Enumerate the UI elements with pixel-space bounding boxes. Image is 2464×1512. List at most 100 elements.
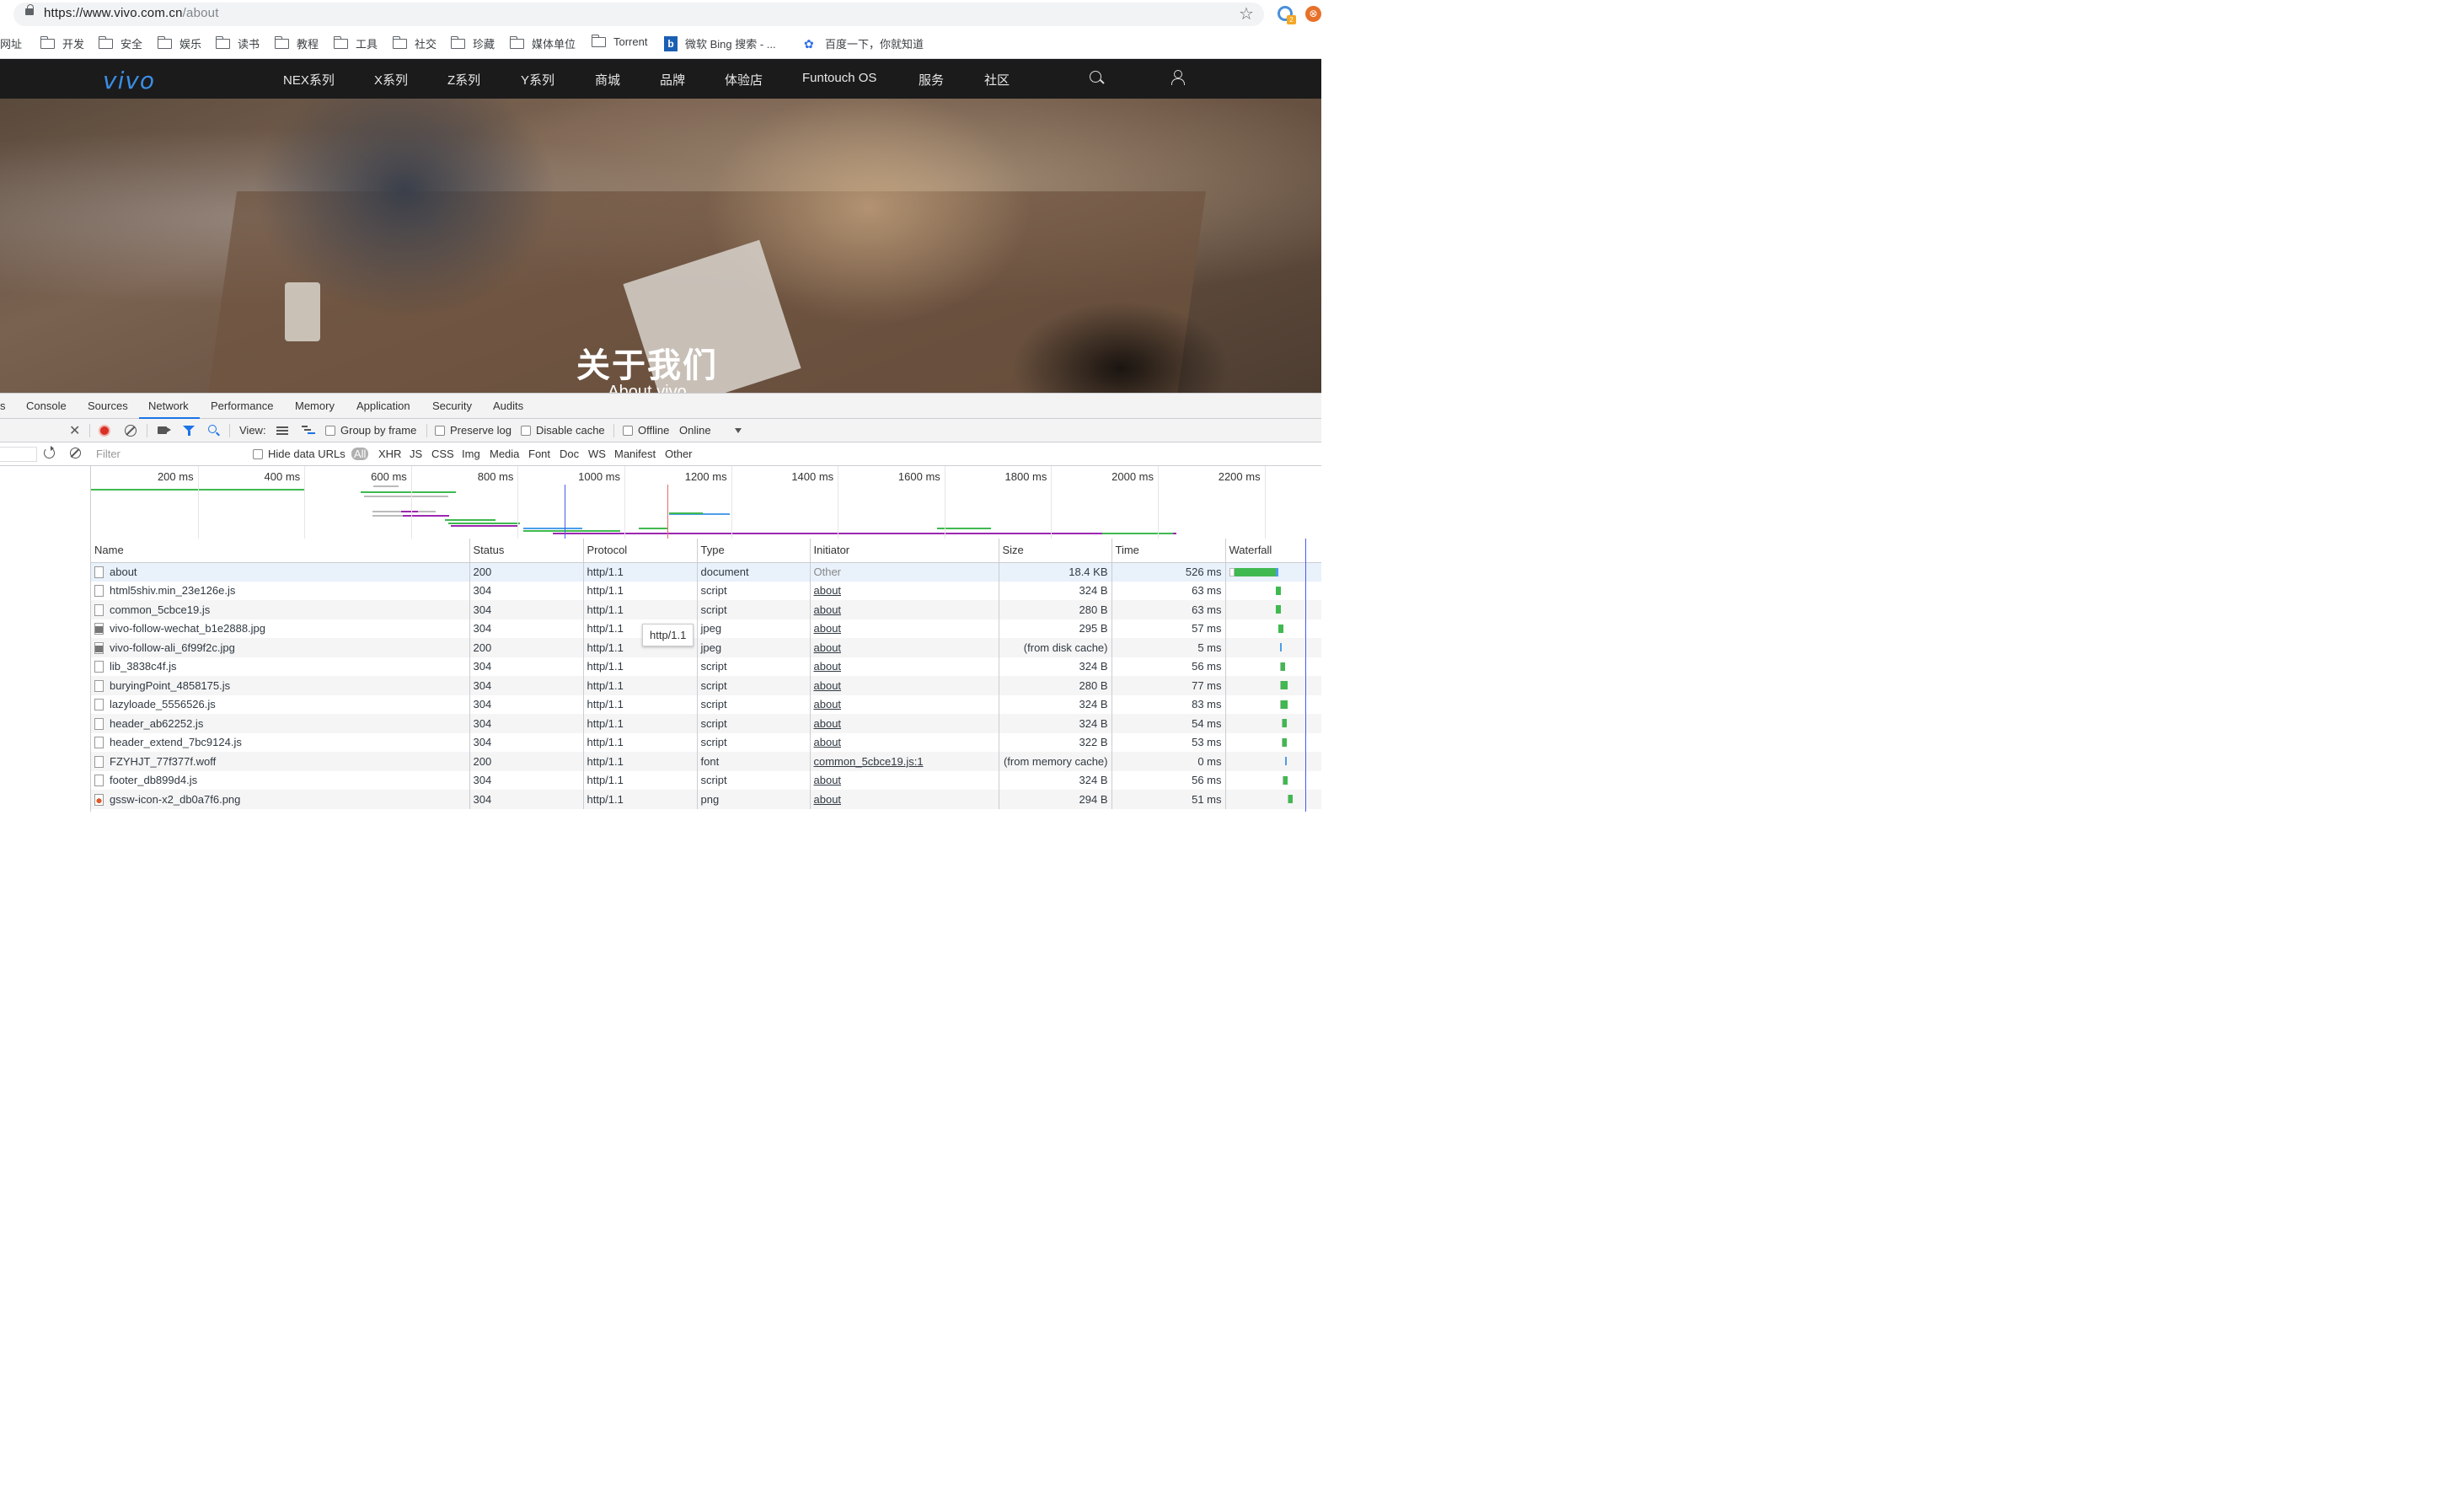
refresh-icon[interactable] [44,446,55,458]
bookmark-folder[interactable]: 媒体单位 [509,35,576,51]
tab-network[interactable]: Network [148,399,189,412]
request-name[interactable]: common_5cbce19.js [110,603,210,616]
request-name[interactable]: footer_db899d4.js [110,774,197,786]
tab-sources[interactable]: Sources [88,399,128,412]
filter-type-doc[interactable]: Doc [560,448,579,460]
extension-icon-2[interactable]: ⊗ [1305,6,1321,22]
filter-type-img[interactable]: Img [462,448,480,460]
column-header-size[interactable]: Size [999,539,1112,563]
tab-application[interactable]: Application [356,399,410,412]
request-name[interactable]: header_ab62252.js [110,717,203,730]
table-row[interactable]: buryingPoint_4858175.js 304 http/1.1 script… [91,676,1321,695]
request-name[interactable]: lib_3838c4f.js [110,660,177,673]
cell-initiator[interactable]: about [810,694,999,714]
bookmark-bing[interactable]: b 微软 Bing 搜索 - ... [664,35,776,51]
filter-type-all[interactable]: All [351,448,369,460]
cell-name[interactable]: buryingPoint_4858175.js [91,676,470,695]
bookmark-folder[interactable]: 开发 [40,35,84,51]
table-row[interactable]: html5shiv.min_23e126e.js 304 http/1.1 scrip… [91,581,1321,600]
request-name[interactable]: lazyloade_5556526.js [110,698,216,710]
table-row[interactable]: vivo-follow-ali_6f99f2c.jpg 200 http/1.1 jp… [91,638,1321,657]
nav-service[interactable]: 服务 [919,71,944,88]
tab-security[interactable]: Security [432,399,472,412]
table-row[interactable]: common_5cbce19.js 304 http/1.1 script about 2… [91,600,1321,619]
preserve-log-checkbox[interactable]: Preserve log [435,424,512,437]
request-name[interactable]: vivo-follow-wechat_b1e2888.jpg [110,622,265,635]
bookmark-folder[interactable]: 安全 [98,35,142,51]
filter-type-ws[interactable]: WS [588,448,606,460]
filter-type-css[interactable]: CSS [431,448,454,460]
group-by-frame-checkbox[interactable]: Group by frame [325,424,416,437]
filter-type-js[interactable]: JS [410,448,422,460]
nav-nex[interactable]: NEX系列 [283,71,335,88]
record-button[interactable] [99,425,110,437]
sidebar-filter-input[interactable] [0,447,37,462]
cell-initiator[interactable]: about [810,732,999,752]
request-name[interactable]: vivo-follow-ali_6f99f2c.jpg [110,641,235,654]
request-name[interactable]: header_extend_7bc9124.js [110,736,242,748]
cell-initiator[interactable]: about [810,676,999,695]
cell-name[interactable]: common_5cbce19.js [91,600,470,619]
table-row[interactable]: lib_3838c4f.js 304 http/1.1 script about 324 … [91,657,1321,676]
filter-type-media[interactable]: Media [490,448,519,460]
extension-icon[interactable]: 2 [1278,6,1296,24]
column-header-waterfall[interactable]: Waterfall [1225,539,1321,563]
bookmark-folder[interactable]: 社交 [392,35,437,51]
cell-initiator[interactable]: common_5cbce19.js:1 [810,752,999,771]
initiator-link[interactable]: about [814,679,842,692]
tab-audits[interactable]: Audits [493,399,523,412]
cell-name[interactable]: about [91,562,470,582]
checkbox[interactable] [325,426,335,436]
initiator-link[interactable]: about [814,793,842,806]
initiator-link[interactable]: about [814,774,842,786]
initiator-link[interactable]: about [814,603,842,616]
initiator-link[interactable]: common_5cbce19.js:1 [814,755,924,768]
table-row[interactable]: header_ab62252.js 304 http/1.1 script about 3… [91,714,1321,733]
cell-name[interactable]: header_extend_7bc9124.js [91,732,470,752]
cell-name[interactable]: footer_db899d4.js [91,770,470,790]
cell-initiator[interactable]: about [810,770,999,790]
network-overview-timeline[interactable]: 200 ms 400 ms 600 ms 800 ms 1000 ms 1200 ms 14… [90,466,1321,539]
table-row[interactable]: FZYHJT_77f377f.woff 200 http/1.1 font common… [91,752,1321,771]
initiator-link[interactable]: about [814,717,842,730]
close-icon[interactable]: ✕ [69,422,80,439]
filter-icon[interactable] [183,426,195,436]
filter-input[interactable] [92,445,240,463]
bookmark-item[interactable]: 网址 [0,35,22,51]
nav-funtouch[interactable]: Funtouch OS [802,71,876,85]
checkbox[interactable] [253,449,263,459]
bookmark-folder[interactable]: Torrent [591,34,647,48]
table-row[interactable]: about 200 http/1.1 document Other 18.4 KB 526 … [91,562,1321,582]
filter-type-manifest[interactable]: Manifest [614,448,656,460]
disable-cache-checkbox[interactable]: Disable cache [521,424,605,437]
initiator-link[interactable]: about [814,698,842,710]
nav-x[interactable]: X系列 [374,71,408,88]
search-icon[interactable] [208,425,217,433]
initiator-link[interactable]: about [814,584,842,597]
nav-stores[interactable]: 体验店 [725,71,763,88]
cell-name[interactable]: lib_3838c4f.js [91,657,470,676]
bookmark-folder[interactable]: 娱乐 [157,35,201,51]
overview-icon[interactable] [302,426,315,435]
capture-screenshots-icon[interactable] [158,426,171,434]
cell-initiator[interactable]: about [810,657,999,676]
request-name[interactable]: about [110,566,137,578]
search-icon[interactable] [1090,71,1101,83]
nav-z[interactable]: Z系列 [447,71,480,88]
nav-community[interactable]: 社区 [984,71,1010,88]
tab-memory[interactable]: Memory [295,399,335,412]
checkbox[interactable] [521,426,531,436]
cell-name[interactable]: vivo-follow-ali_6f99f2c.jpg [91,638,470,657]
bookmark-star-icon[interactable]: ☆ [1239,3,1254,24]
initiator-link[interactable]: about [814,622,842,635]
column-header-time[interactable]: Time [1111,539,1226,563]
initiator-link[interactable]: about [814,641,842,654]
checkbox[interactable] [435,426,445,436]
column-header-protocol[interactable]: Protocol [583,539,698,563]
cell-initiator[interactable]: about [810,581,999,600]
column-header-initiator[interactable]: Initiator [810,539,999,563]
bookmark-folder[interactable]: 珍藏 [450,35,495,51]
cell-initiator[interactable]: about [810,714,999,733]
filter-type-other[interactable]: Other [665,448,693,460]
column-header-type[interactable]: Type [697,539,811,563]
